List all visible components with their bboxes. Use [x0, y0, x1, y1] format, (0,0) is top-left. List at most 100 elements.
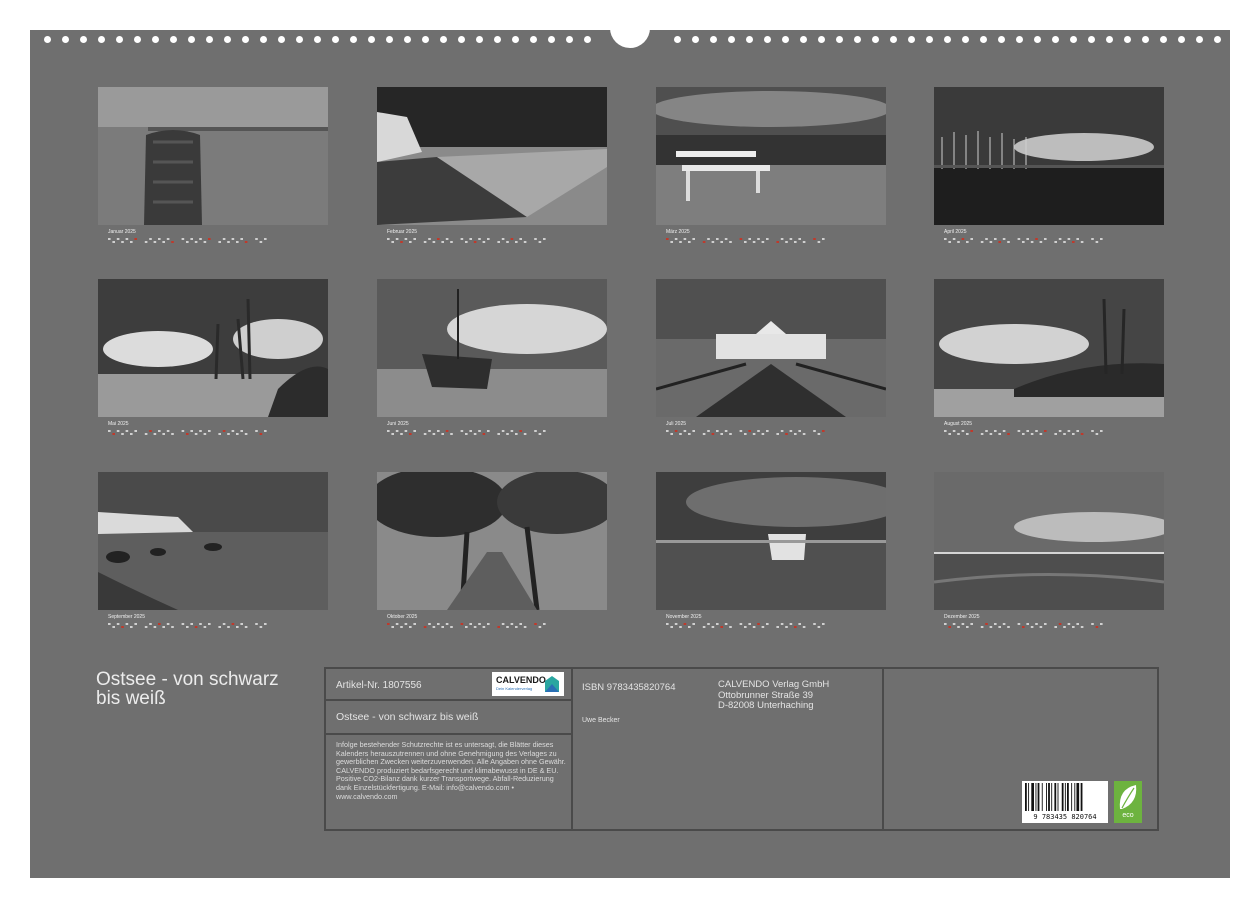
binding-hole [1124, 36, 1131, 43]
day-mark [240, 238, 243, 240]
day-mark [478, 430, 481, 432]
day-mark [158, 238, 161, 240]
day-mark [720, 241, 723, 243]
day-mark [400, 241, 403, 243]
binding-hole [314, 36, 321, 43]
day-mark [688, 626, 691, 628]
day-mark [478, 623, 481, 625]
eco-label: eco [1122, 812, 1134, 819]
day-grid [108, 623, 267, 628]
day-mark [1091, 623, 1094, 625]
month-label: Juli 2025 [666, 421, 687, 427]
day-grid [108, 238, 267, 243]
day-mark [679, 241, 682, 243]
day-mark [218, 433, 221, 435]
day-mark [409, 433, 412, 435]
day-mark [1095, 433, 1099, 435]
day-mark [395, 430, 399, 432]
day-mark [744, 626, 747, 628]
day-mark [134, 623, 137, 625]
eco-badge: eco [1114, 781, 1142, 823]
day-mark [1067, 238, 1071, 240]
day-mark [724, 238, 728, 240]
barcode-bar [1051, 783, 1053, 811]
day-mark [264, 238, 267, 240]
day-mark [534, 238, 537, 240]
day-mark [116, 430, 120, 432]
day-mark [108, 430, 111, 432]
day-mark [1080, 433, 1084, 435]
day-mark [116, 623, 120, 625]
day-mark [231, 430, 235, 432]
day-mark [445, 238, 449, 240]
day-mark [761, 241, 765, 243]
binding-hole [422, 36, 429, 43]
barcode-bar [1074, 783, 1076, 811]
day-mark [1058, 238, 1062, 240]
day-mark [692, 623, 695, 625]
day-mark [711, 241, 715, 243]
day-mark [153, 433, 157, 435]
day-grid [387, 430, 546, 435]
binding-hole [440, 36, 447, 43]
barcode-bar [1025, 783, 1027, 811]
day-mark [1080, 241, 1084, 243]
day-mark [153, 241, 157, 243]
day-mark [450, 626, 453, 628]
day-mark [817, 626, 821, 628]
isbn-barcode: 9 783435 820764 [1022, 781, 1108, 823]
day-mark [798, 238, 801, 240]
fishing-boat-beach-photo [377, 279, 607, 417]
day-mark [711, 626, 715, 628]
binding-hole [1160, 36, 1167, 43]
day-mark [186, 433, 189, 435]
hanger-cutout [610, 8, 650, 48]
day-mark [1044, 238, 1047, 240]
day-mark [264, 623, 267, 625]
day-grid [108, 430, 267, 435]
day-mark [497, 433, 500, 435]
logo-mark-icon [545, 676, 559, 692]
day-mark [487, 430, 490, 432]
day-mark [445, 623, 449, 625]
day-mark [465, 241, 468, 243]
day-mark [208, 238, 211, 240]
day-mark [153, 626, 157, 628]
day-mark [506, 626, 509, 628]
day-mark [757, 430, 760, 432]
day-mark [400, 626, 403, 628]
binding-hole [368, 36, 375, 43]
binding-hole [1178, 36, 1185, 43]
month-thumbnail: Oktober 2025 [377, 472, 607, 642]
day-mark [236, 241, 239, 243]
day-grid [666, 623, 825, 628]
day-mark [948, 433, 951, 435]
day-mark [112, 241, 115, 243]
day-mark [428, 623, 431, 625]
day-mark [707, 238, 710, 240]
day-mark [108, 238, 111, 240]
day-mark [423, 433, 427, 435]
day-mark [1058, 430, 1062, 432]
day-mark [766, 623, 769, 625]
info-title: Ostsee - von schwarz bis weiß [336, 711, 479, 723]
day-mark [729, 241, 732, 243]
day-mark [231, 238, 235, 240]
binding-hole [1052, 36, 1059, 43]
day-mark [944, 430, 947, 432]
day-mark [428, 430, 431, 432]
day-mark [980, 241, 984, 243]
day-mark [989, 241, 993, 243]
day-mark [149, 430, 152, 432]
day-mark [181, 430, 185, 432]
day-mark [208, 430, 211, 432]
day-mark [707, 623, 710, 625]
day-mark [227, 433, 230, 435]
month-label: Januar 2025 [108, 229, 136, 235]
month-label: Februar 2025 [387, 229, 418, 235]
month-thumbnail: September 2025 [98, 472, 328, 642]
barcode-bar [1064, 783, 1066, 811]
binding-hole [1214, 36, 1221, 43]
binding-hole [260, 36, 267, 43]
day-mark [227, 626, 230, 628]
